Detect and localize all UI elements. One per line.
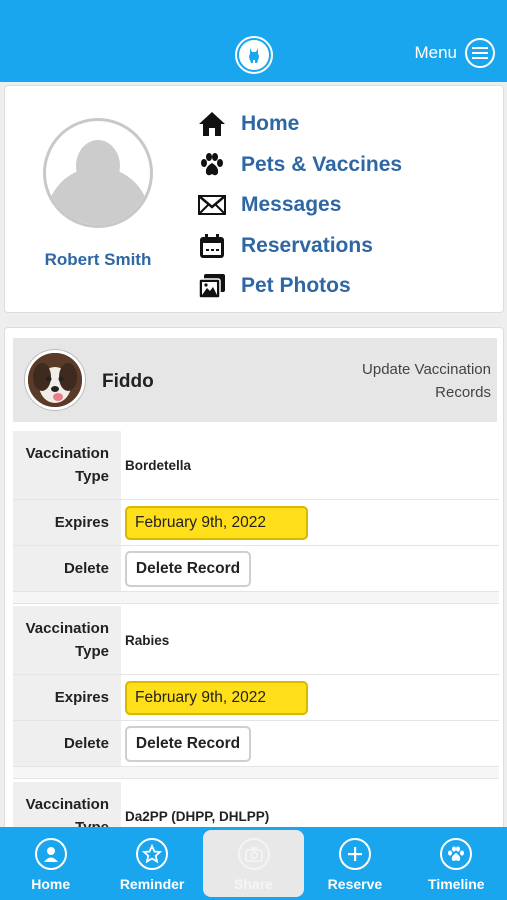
expires-row: Expires February 9th, 2022 [13,675,499,721]
user-circle-icon [34,837,67,870]
expiration-date-field[interactable]: February 9th, 2022 [125,505,308,540]
delete-row: Delete Delete Record [13,721,499,767]
home-icon [197,109,227,139]
menu-button[interactable]: Menu [414,38,495,68]
tab-reserve[interactable]: Reserve [304,827,405,900]
update-vaccination-records-link[interactable]: Update Vaccination Records [331,358,491,404]
expires-label: Expires [13,675,121,720]
nav-item-pets-vaccines[interactable]: Pets & Vaccines [197,145,402,186]
tab-timeline[interactable]: Timeline [406,827,507,900]
delete-record-button[interactable]: Delete Record [125,550,251,587]
expiration-date-field[interactable]: February 9th, 2022 [125,680,308,715]
vaccination-type-value: Bordetella [125,457,192,473]
user-name: Robert Smith [44,250,152,269]
pet-name: Fiddo [102,371,154,392]
nav-item-pet-photos[interactable]: Pet Photos [197,266,402,307]
profile-card: Robert Smith Home Pets & Vaccines Messag… [4,85,504,313]
tab-home[interactable]: Home [0,827,101,900]
expires-label: Expires [13,500,121,545]
dog-logo-icon [239,40,269,70]
tab-label-timeline: Timeline [428,875,485,892]
envelope-icon [197,190,227,220]
record-separator [13,592,499,604]
nav-label-pet-photos: Pet Photos [241,274,351,298]
vaccination-type-label: Vaccination Type [13,606,121,674]
paw-icon [440,837,473,870]
vaccination-record: Vaccination Type Rabies Expires February… [13,606,499,779]
expires-row: Expires February 9th, 2022 [13,500,499,546]
tab-label-reminder: Reminder [119,875,185,892]
bottom-nav: Home Reminder Share Reserve Timeline [0,827,507,900]
delete-record-button[interactable]: Delete Record [125,725,251,762]
vaccination-type-label: Vaccination Type [13,431,121,499]
calendar-icon [197,231,227,261]
tab-label-home: Home [31,875,71,892]
photos-icon [197,271,227,301]
tab-label-reserve: Reserve [327,875,383,892]
expires-cell: February 9th, 2022 [121,675,499,720]
main-nav: Home Pets & Vaccines Messages Reservatio… [197,104,402,307]
delete-cell: Delete Record [121,721,499,766]
nav-label-pets-vaccines: Pets & Vaccines [241,152,403,176]
expires-cell: February 9th, 2022 [121,500,499,545]
paw-icon [197,150,227,180]
pet-header: Fiddo Update Vaccination Records [13,338,497,422]
vaccination-type-row: Vaccination Type Bordetella [13,431,499,500]
star-icon [136,837,169,870]
vaccination-type-row: Vaccination Type Rabies [13,606,499,675]
plus-icon [338,837,371,870]
nav-label-reservations: Reservations [241,233,373,257]
delete-label: Delete [13,721,121,766]
app-logo[interactable] [235,36,273,74]
user-silhouette-icon [43,118,153,228]
top-app-bar: Menu [0,0,507,82]
nav-label-home: Home [241,112,300,136]
nav-item-home[interactable]: Home [197,104,402,145]
nav-label-messages: Messages [241,193,342,217]
delete-row: Delete Delete Record [13,546,499,592]
record-separator [13,767,499,779]
delete-label: Delete [13,546,121,591]
vaccines-card: Fiddo Update Vaccination Records Vaccina… [4,327,504,900]
vaccination-record: Vaccination Type Bordetella Expires Febr… [13,431,499,604]
tab-label-share: Share [234,875,273,892]
delete-cell: Delete Record [121,546,499,591]
tab-reminder[interactable]: Reminder [101,827,202,900]
menu-label: Menu [414,43,457,62]
camera-icon [237,837,270,870]
hamburger-icon [465,38,495,68]
vaccination-type-value: Rabies [125,632,170,648]
pet-avatar [25,350,85,410]
tab-share[interactable]: Share [202,830,305,897]
nav-item-reservations[interactable]: Reservations [197,226,402,267]
nav-item-messages[interactable]: Messages [197,185,402,226]
